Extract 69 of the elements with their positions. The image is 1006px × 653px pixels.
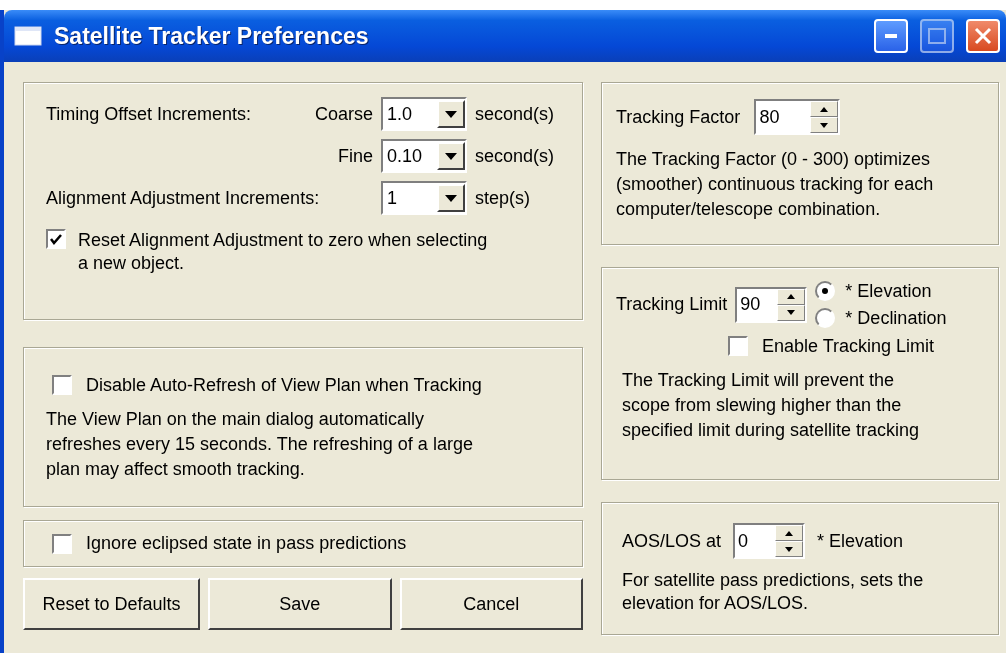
checkbox-label: Ignore eclipsed state in pass predictions	[86, 532, 407, 555]
checkbox[interactable]	[728, 336, 748, 357]
dropdown-button[interactable]	[437, 100, 465, 128]
window-icon	[14, 26, 42, 46]
checkmark-icon	[50, 233, 62, 245]
description-text: The View Plan on the main dialog automatically refreshes every 15 seconds. The refreshing of a large plan may affect smooth tracking.	[46, 407, 474, 481]
unit-label: step(s)	[475, 186, 530, 210]
down-arrow-icon	[787, 310, 796, 315]
spin-up-button[interactable]	[777, 288, 806, 305]
up-arrow-icon	[820, 106, 829, 112]
dialog-button[interactable]: Cancel	[399, 578, 583, 630]
unit-label: second(s)	[475, 102, 555, 126]
checkbox-label: Disable Auto-Refresh of View Plan when Tracking	[86, 374, 482, 397]
dropdown-value: 0.10	[387, 144, 423, 168]
field-label: AOS/LOS at	[622, 529, 722, 553]
field-label: Tracking Limit	[616, 293, 728, 316]
up-arrow-icon	[785, 530, 794, 536]
spin-field[interactable]: 80	[754, 99, 841, 135]
radio-button[interactable]	[815, 307, 836, 328]
spin-value: 0	[738, 529, 749, 553]
spin-value: 80	[759, 105, 780, 129]
alignment-label: Alignment Adjustment Increments:	[46, 186, 321, 210]
checkbox[interactable]	[52, 375, 72, 396]
minimize-button[interactable]	[874, 19, 908, 53]
maximize-button[interactable]	[920, 19, 954, 53]
description-text: The Tracking Factor (0 - 300) optimizes (smoother) continuous tracking for each computer/telescope combination.	[616, 148, 935, 222]
dialog-button[interactable]: Reset to Defaults	[23, 578, 200, 630]
increment-label: Coarse	[313, 102, 373, 126]
spin-up-button[interactable]	[775, 525, 804, 541]
checkbox-label: Enable Tracking Limit	[762, 335, 935, 358]
dropdown-value: 1.0	[387, 102, 413, 126]
close-button[interactable]	[966, 19, 1000, 53]
spin-up-button[interactable]	[810, 101, 839, 117]
checkbox-label: Reset Alignment Adjustment to zero when selecting a new object.	[78, 229, 488, 276]
spin-value: 90	[740, 293, 761, 316]
caret-icon	[445, 110, 457, 118]
description-text: The Tracking Limit will prevent the scope from slewing higher than the specified limit during satellite tracking	[621, 368, 921, 442]
timing-label: Timing Offset Increments:	[46, 102, 253, 126]
spin-down-button[interactable]	[775, 541, 804, 557]
dialog-button[interactable]: Save	[208, 578, 392, 630]
up-arrow-icon	[787, 294, 796, 299]
caret-icon	[445, 152, 457, 160]
spin-down-button[interactable]	[810, 117, 839, 133]
increment-label: Fine	[337, 144, 373, 168]
window-title: Satellite Tracker Preferences	[54, 22, 370, 50]
dropdown-button[interactable]	[437, 142, 465, 170]
checkbox[interactable]	[46, 229, 66, 249]
radio-button[interactable]	[815, 281, 836, 302]
dropdown-value: 1	[387, 186, 397, 210]
field-label: Tracking Factor	[616, 105, 741, 129]
dropdown[interactable]: 1.0	[381, 97, 467, 131]
caret-icon	[445, 194, 457, 202]
spin-field[interactable]: 90	[735, 286, 808, 323]
radio-label: * Declination	[845, 306, 947, 329]
description-text: For satellite pass predictions, sets the elevation for AOS/LOS.	[622, 569, 925, 616]
dropdown[interactable]: 0.10	[381, 139, 467, 173]
close-icon	[974, 27, 992, 45]
dropdown[interactable]: 1	[381, 181, 467, 215]
spin-field[interactable]: 0	[733, 523, 806, 559]
minimize-icon	[885, 34, 897, 38]
unit-label: * Elevation	[817, 529, 904, 553]
spin-down-button[interactable]	[777, 304, 806, 321]
down-arrow-icon	[785, 546, 794, 552]
radio-label: * Elevation	[845, 280, 932, 303]
maximize-icon	[928, 28, 946, 44]
unit-label: second(s)	[475, 144, 555, 168]
dropdown-button[interactable]	[437, 184, 465, 212]
checkbox[interactable]	[52, 533, 72, 554]
down-arrow-icon	[820, 122, 829, 128]
